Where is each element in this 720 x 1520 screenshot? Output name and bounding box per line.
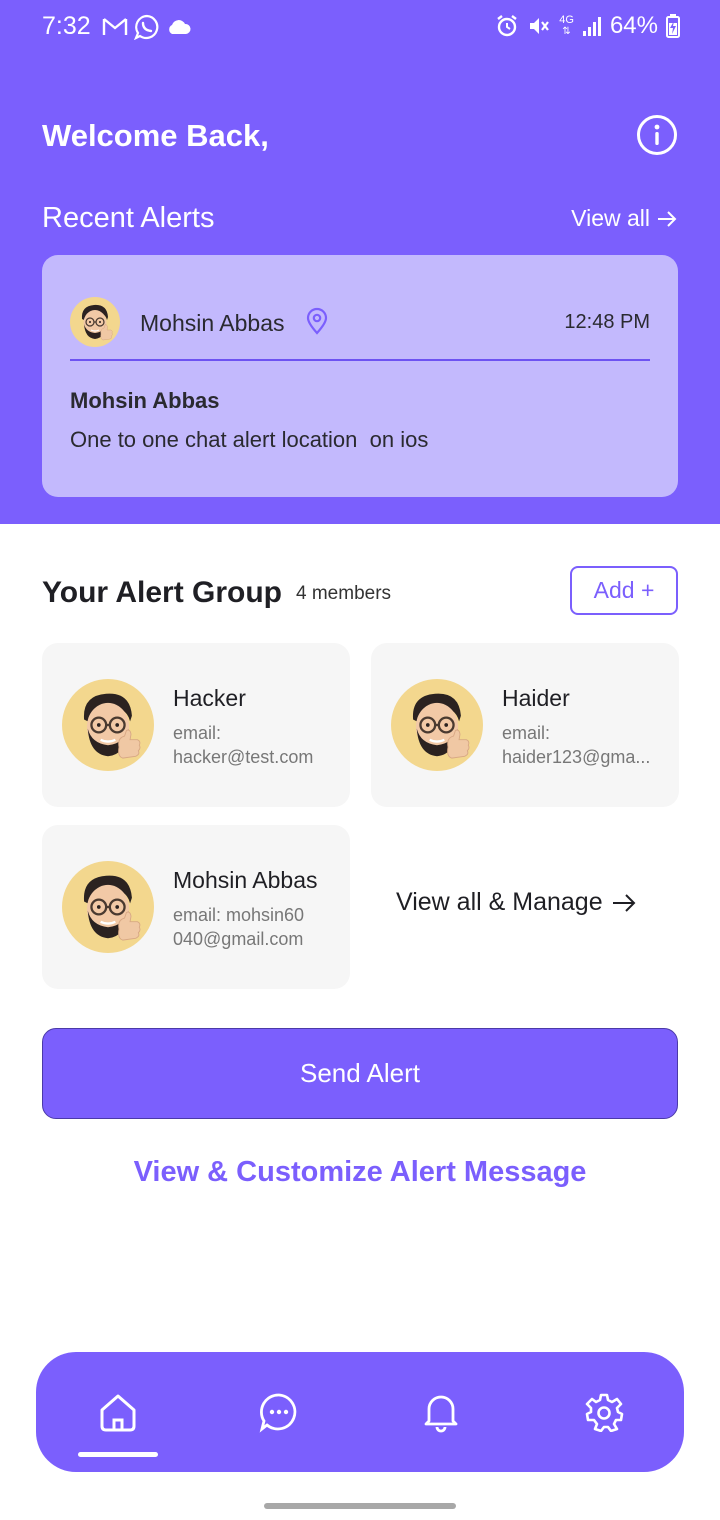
arrow-right-icon <box>658 210 677 227</box>
recent-alerts-title: Recent Alerts <box>42 202 215 234</box>
member-card[interactable]: Mohsin Abbas email: mohsin60 040@gmail.c… <box>42 825 350 989</box>
member-email: email: hacker@test.com <box>173 721 333 769</box>
battery-icon <box>666 14 680 38</box>
active-tab-indicator <box>78 1452 158 1457</box>
alert-group-title: Your Alert Group <box>42 576 282 609</box>
alert-sender: Mohsin Abbas <box>70 388 220 413</box>
divider <box>70 359 650 361</box>
whatsapp-icon <box>133 14 160 45</box>
status-time: 7:32 <box>42 12 91 40</box>
avatar <box>62 679 154 771</box>
alert-contact-name: Mohsin Abbas <box>140 310 285 336</box>
email-line-2: 040@gmail.com <box>173 929 304 949</box>
location-pin-icon <box>306 307 328 335</box>
view-all-manage-link[interactable]: View all & Manage <box>396 888 637 917</box>
status-bar: 7:32 4G ⇅ 64% <box>0 0 720 56</box>
alarm-icon <box>495 14 519 38</box>
member-card[interactable]: Haider email: haider123@gma... <box>371 643 679 807</box>
nav-chat[interactable] <box>255 1388 303 1436</box>
cloud-icon <box>166 18 192 41</box>
info-button[interactable] <box>636 114 678 156</box>
nav-home[interactable] <box>94 1388 142 1436</box>
member-card[interactable]: Hacker email: hacker@test.com <box>42 643 350 807</box>
view-manage-label: View all & Manage <box>396 888 603 916</box>
chat-icon <box>259 1393 297 1433</box>
email-label: email: <box>502 723 551 743</box>
view-all-alerts-link[interactable]: View all <box>571 205 678 232</box>
nav-alerts[interactable] <box>417 1388 465 1436</box>
member-name: Mohsin Abbas <box>173 867 318 893</box>
nav-settings[interactable] <box>580 1388 628 1436</box>
add-member-button[interactable]: Add + <box>570 566 678 615</box>
send-alert-button[interactable]: Send Alert <box>42 1028 678 1119</box>
customize-alert-link[interactable]: View & Customize Alert Message <box>0 1156 720 1189</box>
email-value: haider123@gma... <box>502 747 651 767</box>
member-name: Haider <box>502 685 570 711</box>
info-icon <box>637 115 677 155</box>
gmail-icon <box>102 16 128 43</box>
bottom-nav <box>36 1352 684 1472</box>
network-4g-icon: 4G ⇅ <box>559 14 574 38</box>
arrow-right-icon <box>612 893 636 912</box>
alert-message: One to one chat alert location on ios <box>70 427 429 452</box>
signal-icon <box>582 15 602 37</box>
email-label: email: <box>173 723 222 743</box>
alert-time: 12:48 PM <box>564 311 650 333</box>
gesture-bar[interactable] <box>264 1503 456 1509</box>
avatar <box>391 679 483 771</box>
avatar <box>62 861 154 953</box>
vibrate-icon <box>527 14 551 38</box>
member-email: email: haider123@gma... <box>502 721 662 769</box>
member-email: email: mohsin60 040@gmail.com <box>173 903 333 951</box>
settings-icon <box>585 1393 624 1432</box>
home-icon <box>100 1394 136 1432</box>
member-count: 4 members <box>296 583 392 604</box>
member-name: Hacker <box>173 685 246 711</box>
welcome-heading: Welcome Back, <box>42 118 269 153</box>
avatar <box>70 297 120 347</box>
battery-level: 64% <box>609 12 658 39</box>
email-line-1: email: mohsin60 <box>173 905 305 925</box>
recent-alert-card[interactable]: Mohsin Abbas 12:48 PM Mohsin Abbas One t… <box>42 255 678 497</box>
view-all-label: View all <box>571 205 650 231</box>
bell-icon <box>424 1395 458 1433</box>
email-value: hacker@test.com <box>173 747 314 767</box>
